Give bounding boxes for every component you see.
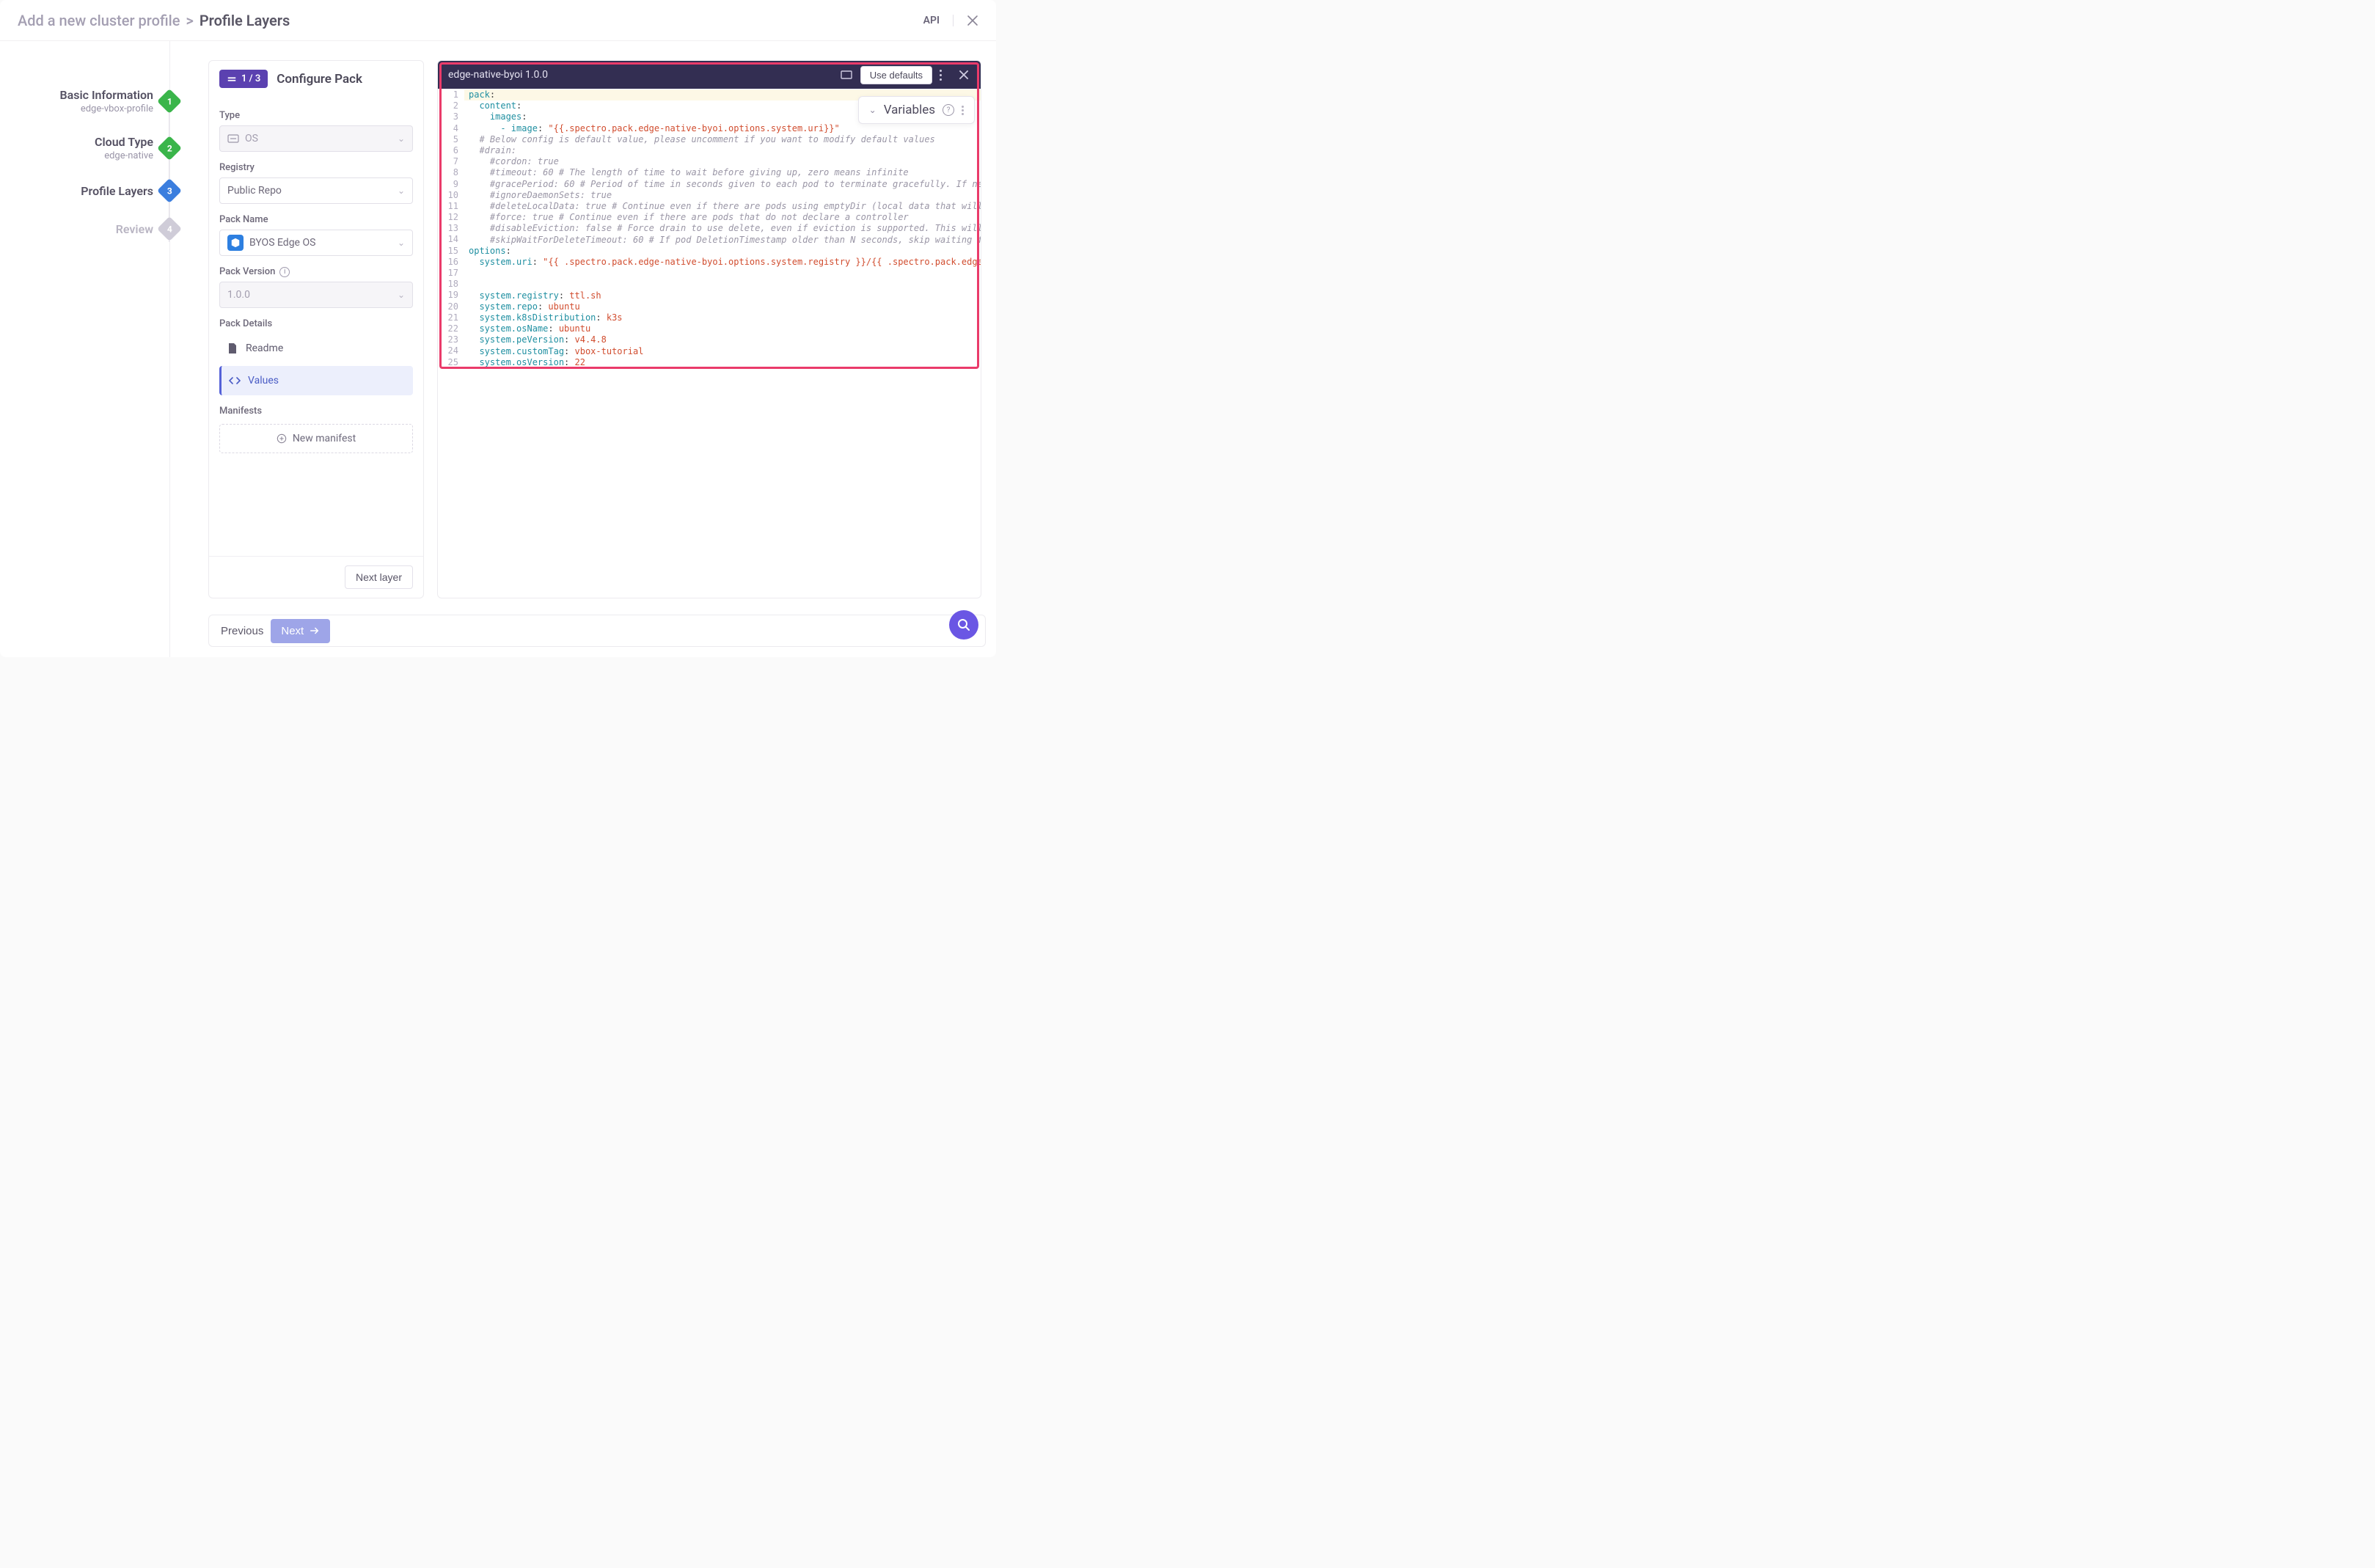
chevron-down-icon: ⌄ <box>869 105 877 115</box>
tab-readme[interactable]: Readme <box>219 334 413 363</box>
pack-name-select[interactable]: BYOS Edge OS ⌄ <box>219 230 413 256</box>
help-fab[interactable] <box>949 610 978 640</box>
os-icon <box>227 133 239 144</box>
close-icon[interactable] <box>967 15 978 26</box>
breadcrumb: Add a new cluster profile > Profile Laye… <box>18 12 910 29</box>
panel-title: Configure Pack <box>277 72 362 87</box>
breadcrumb-separator: > <box>186 12 193 29</box>
step-basic-information[interactable]: Basic Information edge-vbox-profile 1 <box>0 78 169 125</box>
new-manifest-button[interactable]: New manifest <box>219 424 413 453</box>
step-progress-badge: 1 / 3 <box>219 70 268 88</box>
api-link[interactable]: API <box>910 15 954 26</box>
wizard-sidebar: Basic Information edge-vbox-profile 1 Cl… <box>0 41 170 657</box>
close-editor-icon[interactable] <box>957 68 970 81</box>
code-content[interactable]: pack: content: images: - image: "{{.spec… <box>464 89 981 367</box>
step-sub: edge-vbox-profile <box>59 103 153 114</box>
step-name: Basic Information <box>59 88 153 102</box>
step-sub: edge-native <box>95 150 153 161</box>
chevron-down-icon: ⌄ <box>398 133 405 144</box>
line-gutter: 1234567891011121314151617181920212223242… <box>438 89 464 367</box>
pack-version-value: 1.0.0 <box>227 289 250 301</box>
next-layer-button[interactable]: Next layer <box>345 565 413 589</box>
step-profile-layers[interactable]: Profile Layers 3 <box>0 172 169 210</box>
yaml-editor[interactable]: 1234567891011121314151617181920212223242… <box>438 89 981 367</box>
info-icon[interactable]: i <box>279 267 290 277</box>
previous-button[interactable]: Previous <box>221 625 263 637</box>
step-review[interactable]: Review 4 <box>0 210 169 248</box>
yaml-editor-panel: edge-native-byoi 1.0.0 Use defaults ⌄ Va… <box>437 60 981 598</box>
chevron-down-icon: ⌄ <box>398 238 405 248</box>
pack-name-label: Pack Name <box>219 214 413 225</box>
manifests-label: Manifests <box>219 406 413 417</box>
variables-label: Variables <box>884 103 935 117</box>
pack-version-select[interactable]: 1.0.0 ⌄ <box>219 282 413 308</box>
step-name: Profile Layers <box>81 184 153 198</box>
expand-icon[interactable] <box>840 68 853 81</box>
wizard-footer: Previous Next <box>208 615 986 647</box>
layers-icon <box>227 74 237 84</box>
step-name: Review <box>116 222 153 236</box>
step-name: Cloud Type <box>95 135 153 149</box>
variables-toggle[interactable]: ⌄ Variables ? <box>858 96 975 124</box>
editor-title: edge-native-byoi 1.0.0 <box>448 69 832 81</box>
arrow-right-icon <box>310 626 320 636</box>
breadcrumb-current: Profile Layers <box>200 12 290 29</box>
page-header: Add a new cluster profile > Profile Laye… <box>0 0 996 41</box>
more-options-icon[interactable] <box>940 68 950 81</box>
step-cloud-type[interactable]: Cloud Type edge-native 2 <box>0 125 169 172</box>
pack-logo-icon <box>227 235 244 251</box>
use-defaults-button[interactable]: Use defaults <box>860 66 932 84</box>
pack-version-label: Pack Version i <box>219 266 413 277</box>
type-value: OS <box>245 133 258 144</box>
registry-select[interactable]: Public Repo ⌄ <box>219 177 413 204</box>
next-button[interactable]: Next <box>271 619 330 643</box>
chevron-down-icon: ⌄ <box>398 290 405 300</box>
file-icon <box>227 342 238 354</box>
pack-name-value: BYOS Edge OS <box>249 237 315 249</box>
code-icon <box>229 375 241 386</box>
configure-pack-panel: 1 / 3 Configure Pack Type OS ⌄ Registry <box>208 60 424 598</box>
pack-details-label: Pack Details <box>219 318 413 329</box>
type-label: Type <box>219 110 413 121</box>
type-select[interactable]: OS ⌄ <box>219 125 413 152</box>
plus-circle-icon <box>277 433 287 444</box>
help-icon[interactable]: ? <box>943 104 954 116</box>
chevron-down-icon: ⌄ <box>398 186 405 196</box>
tab-values[interactable]: Values <box>219 366 413 395</box>
registry-label: Registry <box>219 162 413 173</box>
registry-value: Public Repo <box>227 185 282 197</box>
more-options-icon[interactable] <box>962 106 964 115</box>
editor-header: edge-native-byoi 1.0.0 Use defaults <box>438 61 981 89</box>
search-icon <box>956 618 971 632</box>
breadcrumb-parent[interactable]: Add a new cluster profile <box>18 12 180 29</box>
